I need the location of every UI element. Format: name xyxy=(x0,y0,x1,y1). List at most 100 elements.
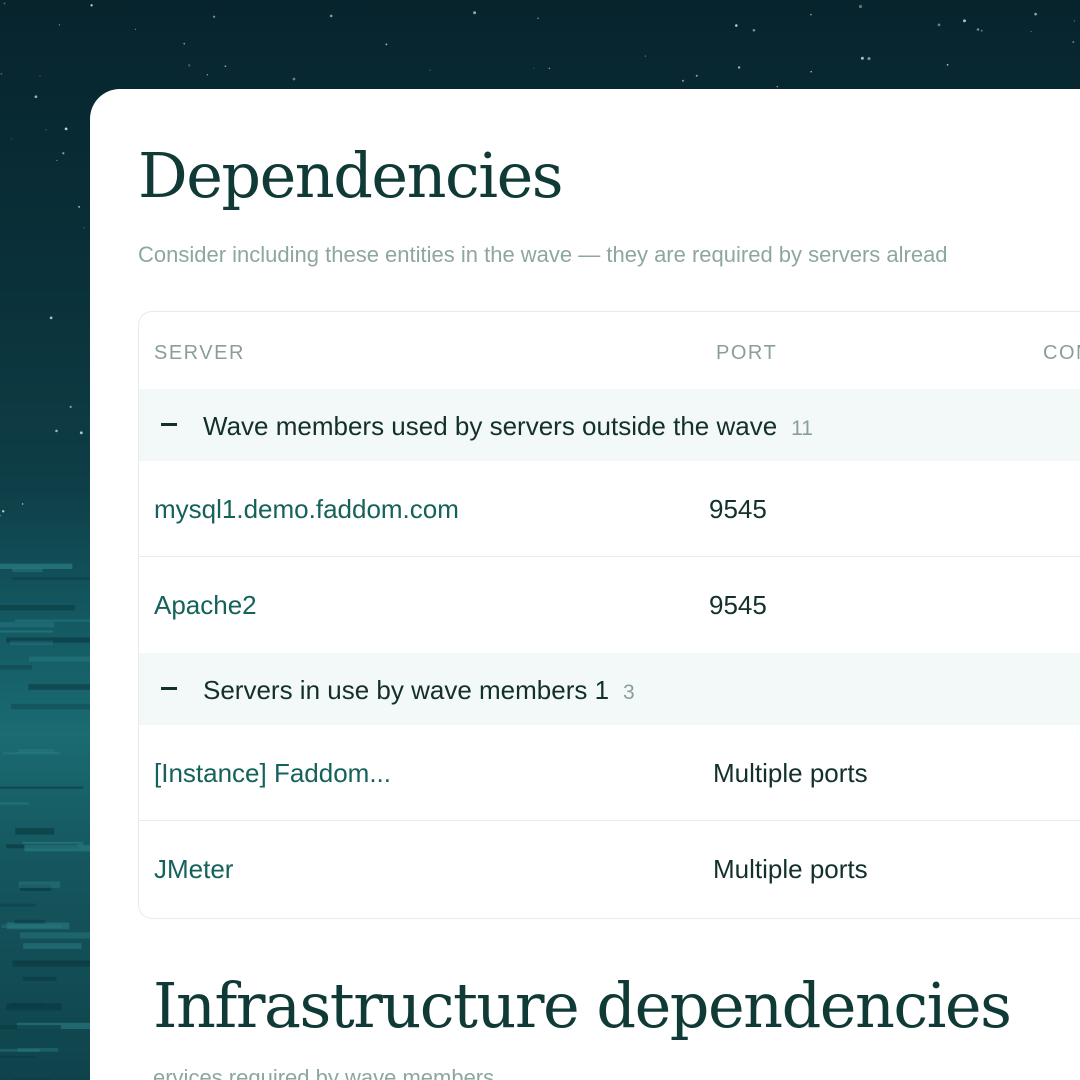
group-row-servers-in-use[interactable]: Servers in use by wave members 1 3 xyxy=(139,653,1080,725)
star-dot xyxy=(963,19,966,23)
sea-streak xyxy=(0,605,75,611)
column-header-connections[interactable]: CON xyxy=(1043,342,1080,365)
star-dot xyxy=(45,129,47,131)
star-dot xyxy=(206,74,209,76)
star-dot xyxy=(385,43,388,46)
star-dot xyxy=(83,227,85,229)
star-dot xyxy=(90,4,93,7)
star-dot xyxy=(55,429,58,433)
star-dot xyxy=(537,17,539,19)
star-dot xyxy=(329,14,333,18)
star-dot xyxy=(976,28,980,31)
table-row[interactable]: [Instance] Faddom... Multiple ports xyxy=(139,725,1080,821)
sea-streak xyxy=(12,960,99,967)
sea-streak xyxy=(23,943,82,949)
star-dot xyxy=(533,67,535,69)
star-dot xyxy=(473,11,477,15)
star-dot xyxy=(1030,31,1032,33)
star-dot xyxy=(937,23,941,27)
group-row-outside-wave[interactable]: Wave members used by servers outside the… xyxy=(139,389,1080,461)
star-dot xyxy=(10,138,12,140)
sea-streak xyxy=(0,1025,62,1030)
port-value: Multiple ports xyxy=(713,854,868,884)
star-dot xyxy=(183,42,185,45)
sea-streak xyxy=(0,786,84,789)
star-dot xyxy=(78,205,81,208)
star-dot xyxy=(752,28,756,32)
page-title: Dependencies xyxy=(138,139,564,212)
port-value: 9545 xyxy=(709,590,767,620)
group-count: 3 xyxy=(623,681,635,704)
sea-streak xyxy=(0,630,53,633)
sea-streak xyxy=(0,622,55,628)
star-dot xyxy=(3,2,6,5)
sea-streak xyxy=(22,976,57,981)
sea-streak xyxy=(9,640,53,646)
star-dot xyxy=(58,24,61,26)
star-dot xyxy=(1073,20,1076,22)
star-dot xyxy=(135,28,136,30)
star-dot xyxy=(1034,12,1037,16)
star-dot xyxy=(810,13,812,16)
star-dot xyxy=(1072,41,1075,44)
sea-streak xyxy=(15,828,55,835)
group-count: 11 xyxy=(791,417,813,440)
star-dot xyxy=(695,74,698,77)
page-subtitle: Consider including these entities in the… xyxy=(138,242,948,267)
star-dot xyxy=(62,152,65,155)
sea-streak xyxy=(17,1047,58,1052)
sea-streak xyxy=(0,903,37,907)
sea-streak xyxy=(18,881,61,888)
section-title-infrastructure: Infrastructure dependencies xyxy=(153,969,1012,1042)
server-link[interactable]: [Instance] Faddom... xyxy=(154,758,391,789)
star-dot xyxy=(56,159,58,161)
star-dot xyxy=(224,65,227,68)
table-row[interactable]: Apache2 9545 xyxy=(139,557,1080,652)
sea-streak xyxy=(0,1055,36,1059)
star-dot xyxy=(735,24,738,27)
star-dot xyxy=(810,70,813,73)
table-row[interactable]: JMeter Multiple ports xyxy=(139,821,1080,916)
star-dot xyxy=(867,57,871,61)
dependencies-panel: Dependencies Consider including these en… xyxy=(90,89,1080,1080)
server-link[interactable]: Apache2 xyxy=(154,590,257,621)
star-dot xyxy=(0,514,1,517)
dependencies-table: SERVER PORT CON Wave members used by ser… xyxy=(138,311,1080,919)
sea-streak xyxy=(0,802,29,805)
sea-streak xyxy=(12,567,43,573)
collapse-icon[interactable] xyxy=(161,687,177,690)
star-dot xyxy=(64,127,68,131)
collapse-icon[interactable] xyxy=(161,423,177,426)
star-dot xyxy=(548,67,551,70)
column-header-port[interactable]: PORT xyxy=(716,342,777,365)
star-dot xyxy=(69,405,72,409)
sea-streak xyxy=(1,924,62,928)
port-value: 9545 xyxy=(709,494,767,524)
sea-streak xyxy=(14,619,98,622)
column-header-server[interactable]: SERVER xyxy=(154,342,245,365)
group-label: Wave members used by servers outside the… xyxy=(203,411,778,441)
star-dot xyxy=(644,55,646,57)
server-link[interactable]: JMeter xyxy=(154,854,233,885)
star-dot xyxy=(49,316,53,320)
star-dot xyxy=(0,72,3,75)
star-dot xyxy=(429,69,431,71)
sea-streak xyxy=(0,665,33,670)
star-dot xyxy=(21,503,24,505)
star-dot xyxy=(776,85,778,88)
star-dot xyxy=(79,431,83,435)
sea-streak xyxy=(20,932,98,939)
star-dot xyxy=(213,15,216,18)
table-row[interactable]: mysql1.demo.faddom.com 9545 xyxy=(139,461,1080,557)
server-link[interactable]: mysql1.demo.faddom.com xyxy=(154,494,459,525)
section-subtitle-infrastructure: ervices required by wave members xyxy=(153,1065,495,1080)
star-dot xyxy=(860,56,864,60)
star-dot xyxy=(858,4,863,9)
star-dot xyxy=(292,77,296,81)
star-dot xyxy=(737,66,741,69)
sea-streak xyxy=(2,752,60,755)
group-label: Servers in use by wave members 1 xyxy=(203,675,610,705)
star-dot xyxy=(2,510,5,513)
sea-streak xyxy=(11,1003,42,1007)
star-dot xyxy=(980,29,983,32)
